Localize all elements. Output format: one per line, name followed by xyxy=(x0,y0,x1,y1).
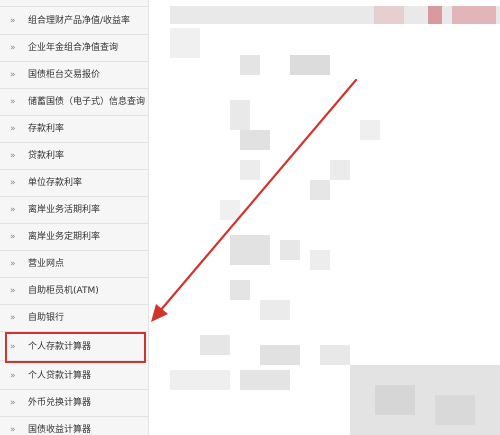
blurred-block xyxy=(375,385,415,415)
sidebar-item-label: 个人贷款计算器 xyxy=(28,371,92,381)
chevron-right-icon: » xyxy=(10,70,16,80)
blurred-block xyxy=(230,235,270,265)
sidebar-item-deposit-rate[interactable]: » 存款利率 xyxy=(0,116,148,143)
blurred-block xyxy=(240,130,270,150)
sidebar-item-bond-yield-calculator[interactable]: » 国债收益计算器 xyxy=(0,417,148,435)
blurred-header-accent xyxy=(428,6,442,24)
sidebar-item-label: 外币兑换计算器 xyxy=(28,398,92,408)
blurred-block xyxy=(320,345,350,365)
sidebar-item-offshore-term-rate[interactable]: » 离岸业务定期利率 xyxy=(0,224,148,251)
sidebar-item-label: 贷款利率 xyxy=(28,151,65,161)
blurred-block xyxy=(360,120,380,140)
chevron-right-icon: » xyxy=(10,178,16,188)
sidebar-item-loan-calculator[interactable]: » 个人贷款计算器 xyxy=(0,363,148,390)
sidebar-item-label: 单位存款利率 xyxy=(28,178,83,188)
sidebar-item-label: 组合理财产品净值/收益率 xyxy=(28,16,131,26)
sidebar-item-label: 储蓄国债（电子式）信息查询 xyxy=(28,97,146,107)
chevron-right-icon: » xyxy=(10,342,16,352)
blurred-block xyxy=(200,335,230,355)
blurred-block xyxy=(170,28,200,58)
blurred-block xyxy=(310,180,330,200)
blurred-block xyxy=(220,200,240,220)
chevron-right-icon: » xyxy=(10,124,16,134)
chevron-right-icon: » xyxy=(10,313,16,323)
page: » » 组合理财产品净值/收益率 » 企业年金组合净值查询 » 国债柜台交易报价… xyxy=(0,0,500,435)
blurred-block xyxy=(230,280,250,300)
blurred-block xyxy=(435,395,475,425)
chevron-right-icon: » xyxy=(10,425,16,435)
chevron-right-icon: » xyxy=(10,97,16,107)
sidebar-item-fx-calculator[interactable]: » 外币兑换计算器 xyxy=(0,390,148,417)
sidebar-item-portfolio-nav[interactable]: » 组合理财产品净值/收益率 xyxy=(0,8,148,35)
sidebar-item-label: 个人存款计算器 xyxy=(28,342,92,352)
sidebar-item-label: 国债收益计算器 xyxy=(28,425,92,435)
blurred-block xyxy=(260,345,300,365)
sidebar-item-atm[interactable]: » 自助柜员机(ATM) xyxy=(0,278,148,305)
blurred-block xyxy=(170,370,230,390)
chevron-right-icon: » xyxy=(10,232,16,242)
sidebar-item-annuity-nav[interactable]: » 企业年金组合净值查询 xyxy=(0,35,148,62)
blurred-block xyxy=(310,250,330,270)
sidebar-item-partial-top[interactable]: » xyxy=(0,0,148,7)
sidebar-item-loan-rate[interactable]: » 贷款利率 xyxy=(0,143,148,170)
sidebar-item-deposit-calculator[interactable]: » 个人存款计算器 xyxy=(0,334,148,361)
blurred-block xyxy=(290,55,330,75)
sidebar-item-corporate-deposit-rate[interactable]: » 单位存款利率 xyxy=(0,170,148,197)
blurred-block xyxy=(240,160,260,180)
blurred-block xyxy=(260,300,290,320)
chevron-right-icon: » xyxy=(10,151,16,161)
main-content-blurred xyxy=(160,0,500,435)
sidebar-item-label: 企业年金组合净值查询 xyxy=(28,43,119,53)
sidebar-nav: » » 组合理财产品净值/收益率 » 企业年金组合净值查询 » 国债柜台交易报价… xyxy=(0,0,149,435)
chevron-right-icon: » xyxy=(10,398,16,408)
chevron-right-icon: » xyxy=(10,43,16,53)
sidebar-item-branches[interactable]: » 营业网点 xyxy=(0,251,148,278)
sidebar-item-label: 离岸业务活期利率 xyxy=(28,205,101,215)
chevron-right-icon: » xyxy=(10,16,16,26)
sidebar-item-self-service-bank[interactable]: » 自助银行 xyxy=(0,305,148,332)
sidebar-item-label: 自助银行 xyxy=(28,313,65,323)
sidebar-item-label: 国债柜台交易报价 xyxy=(28,70,101,80)
chevron-right-icon: » xyxy=(10,259,16,269)
sidebar-item-label: 营业网点 xyxy=(28,259,65,269)
sidebar-item-offshore-demand-rate[interactable]: » 离岸业务活期利率 xyxy=(0,197,148,224)
blurred-block xyxy=(280,240,300,260)
blurred-block xyxy=(330,160,350,180)
sidebar-item-label: 自助柜员机(ATM) xyxy=(28,286,99,296)
blurred-block xyxy=(240,55,260,75)
sidebar-item-label: 离岸业务定期利率 xyxy=(28,232,101,242)
chevron-right-icon: » xyxy=(10,286,16,296)
blurred-block xyxy=(240,370,290,390)
sidebar-item-savings-bond-info[interactable]: » 储蓄国债（电子式）信息查询 xyxy=(0,89,148,116)
blurred-header-bar xyxy=(170,6,500,24)
sidebar-item-label: 存款利率 xyxy=(28,124,65,134)
blurred-block xyxy=(230,100,250,130)
blurred-block xyxy=(350,365,500,435)
blurred-header-accent xyxy=(374,6,404,24)
chevron-right-icon: » xyxy=(10,371,16,381)
sidebar-item-bond-quote[interactable]: » 国债柜台交易报价 xyxy=(0,62,148,89)
chevron-right-icon: » xyxy=(10,205,16,215)
blurred-header-accent xyxy=(452,6,496,24)
